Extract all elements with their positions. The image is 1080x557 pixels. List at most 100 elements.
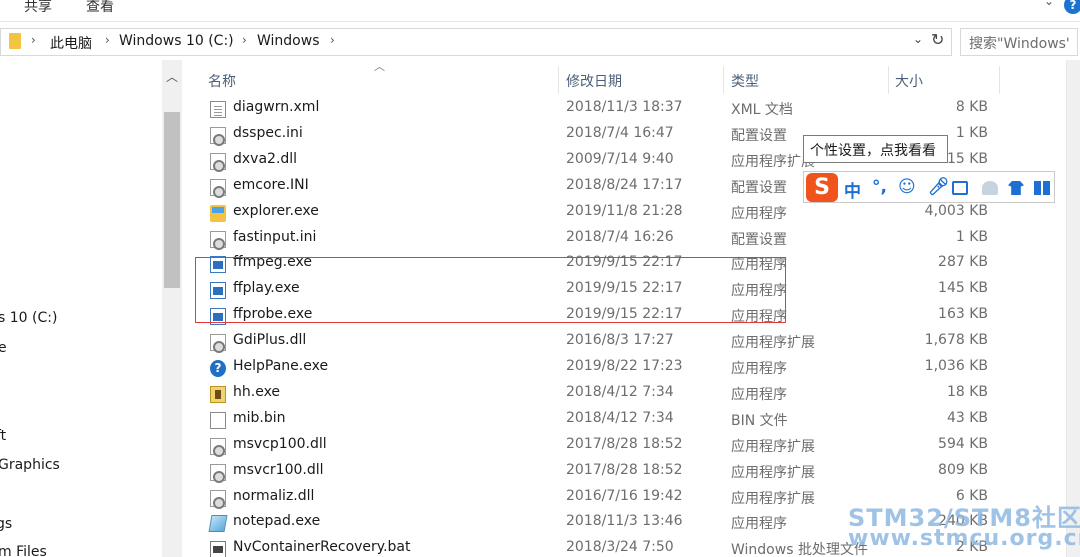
- skin-shirt-icon[interactable]: [1008, 181, 1024, 195]
- file-date: 2017/8/28 18:52: [566, 435, 683, 452]
- address-dropdown-icon[interactable]: ⌄: [913, 32, 923, 46]
- navigation-pane: s 10 (C:) e ft Graphics gs m Files: [0, 60, 162, 557]
- file-date: 2009/7/14 9:40: [566, 150, 674, 167]
- file-type: 应用程序: [731, 516, 787, 533]
- file-size: 8 KB: [955, 99, 988, 115]
- file-name: HelpPane.exe: [233, 358, 329, 374]
- file-name: ffprobe.exe: [233, 306, 313, 323]
- file-size: 163 KB: [938, 306, 988, 323]
- file-name: fastinput.ini: [233, 228, 317, 245]
- nav-item-program-files[interactable]: m Files: [0, 544, 47, 557]
- file-name: GdiPlus.dll: [233, 332, 307, 349]
- column-type[interactable]: 类型: [731, 71, 759, 91]
- file-type: 应用程序: [731, 205, 787, 222]
- file-row[interactable]: ffmpeg.exe 2019/9/15 22:17 应用程序 287 KB: [196, 251, 1066, 277]
- file-size: 4,003 KB: [924, 202, 988, 219]
- content-scrollbar[interactable]: [1066, 60, 1080, 557]
- file-row[interactable]: msvcr100.dll 2017/8/28 18:52 应用程序扩展 809 KB: [196, 459, 1066, 485]
- file-name: dxva2.dll: [233, 150, 298, 167]
- ime-toolbar: S 中 °, ☺ 🎤︎: [803, 171, 1055, 203]
- user-icon[interactable]: [982, 181, 998, 195]
- file-row[interactable]: msvcp100.dll 2017/8/28 18:52 应用程序扩展 594 KB: [196, 433, 1066, 459]
- address-bar[interactable]: › 此电脑 › Windows 10 (C:) › Windows › ⌄ ↻: [0, 28, 952, 56]
- emoji-icon[interactable]: ☺: [898, 177, 916, 197]
- file-row[interactable]: fastinput.ini 2018/7/4 16:26 配置设置 1 KB: [196, 226, 1066, 252]
- chevron-down-icon[interactable]: ⌄: [1044, 0, 1054, 8]
- help-book-icon: [210, 385, 226, 403]
- column-name[interactable]: 名称: [208, 71, 236, 91]
- dll-file-icon: [210, 334, 226, 354]
- blank-file-icon: [210, 411, 226, 429]
- sort-ascending-icon: ︿: [374, 60, 385, 73]
- file-size: 1,036 KB: [924, 358, 988, 374]
- file-name: diagwrn.xml: [233, 99, 320, 115]
- column-divider[interactable]: [558, 66, 559, 94]
- file-date: 2018/11/3 13:46: [566, 513, 683, 530]
- file-name: notepad.exe: [233, 513, 321, 530]
- search-input[interactable]: 搜索"Windows": [960, 28, 1078, 56]
- file-type: 应用程序扩展: [731, 438, 815, 455]
- file-name: dsspec.ini: [233, 124, 303, 141]
- nav-item[interactable]: ft: [0, 428, 6, 444]
- file-size: 287 KB: [938, 254, 988, 271]
- column-size[interactable]: 大小: [895, 71, 923, 91]
- file-date: 2018/7/4 16:26: [566, 228, 674, 245]
- nav-item-graphics[interactable]: Graphics: [0, 457, 60, 473]
- breadcrumb-drive[interactable]: Windows 10 (C:): [119, 33, 234, 49]
- file-date: 2016/7/16 19:42: [566, 487, 683, 504]
- dll-file-icon: [210, 152, 226, 172]
- file-date: 2018/4/12 7:34: [566, 383, 674, 400]
- nav-item-drive[interactable]: s 10 (C:): [0, 310, 57, 326]
- column-divider[interactable]: [723, 66, 724, 94]
- file-row[interactable]: ? HelpPane.exe 2019/8/22 17:23 应用程序 1,036 KB: [196, 355, 1066, 381]
- app-window-icon: [210, 256, 226, 274]
- xml-doc-icon: [210, 101, 226, 118]
- file-row[interactable]: diagwrn.xml 2018/11/3 18:37 XML 文档 8 KB: [196, 96, 1066, 122]
- column-divider[interactable]: [999, 66, 1000, 94]
- file-date: 2018/8/24 17:17: [566, 176, 683, 193]
- notepad-icon: [208, 515, 228, 533]
- file-date: 2018/7/4 16:47: [566, 124, 674, 141]
- scroll-up-icon[interactable]: ︿: [166, 68, 178, 85]
- breadcrumb-windows[interactable]: Windows: [257, 33, 320, 49]
- help-icon[interactable]: ?: [1064, 0, 1080, 14]
- keyboard-icon[interactable]: [952, 181, 968, 195]
- nav-scrollbar[interactable]: ︿: [162, 60, 182, 557]
- chevron-right-icon: ›: [31, 33, 36, 47]
- config-file-icon: [210, 126, 226, 146]
- file-row[interactable]: mib.bin 2018/4/12 7:34 BIN 文件 43 KB: [196, 407, 1066, 433]
- batch-file-icon: [210, 541, 226, 557]
- file-type: 应用程序扩展: [731, 464, 815, 481]
- file-name: NvContainerRecovery.bat: [233, 539, 411, 556]
- file-date: 2019/11/8 21:28: [566, 202, 683, 219]
- file-date: 2017/8/28 18:52: [566, 461, 683, 478]
- chevron-right-icon: ›: [105, 33, 110, 47]
- file-size: 1 KB: [955, 124, 988, 141]
- file-size: 809 KB: [938, 461, 988, 478]
- sogou-logo-icon[interactable]: S: [806, 173, 838, 202]
- file-name: normaliz.dll: [233, 487, 315, 504]
- toolbox-grid-icon[interactable]: [1034, 181, 1050, 195]
- column-divider[interactable]: [888, 66, 889, 94]
- file-date: 2018/3/24 7:50: [566, 539, 674, 556]
- file-type: 应用程序: [731, 386, 787, 403]
- config-file-icon: [210, 230, 226, 250]
- file-row[interactable]: explorer.exe 2019/11/8 21:28 应用程序 4,003 KB: [196, 200, 1066, 226]
- microphone-icon[interactable]: 🎤︎: [928, 177, 950, 197]
- tab-share[interactable]: 共享: [24, 0, 52, 16]
- column-date[interactable]: 修改日期: [566, 71, 622, 91]
- file-row[interactable]: hh.exe 2018/4/12 7:34 应用程序 18 KB: [196, 381, 1066, 407]
- ime-punctuation-toggle[interactable]: °,: [872, 177, 887, 197]
- file-row[interactable]: ffplay.exe 2019/9/15 22:17 应用程序 145 KB: [196, 277, 1066, 303]
- refresh-icon[interactable]: ↻: [931, 30, 944, 49]
- nav-item[interactable]: gs: [0, 516, 12, 532]
- breadcrumb-this-pc[interactable]: 此电脑: [50, 33, 92, 53]
- file-type: 应用程序: [731, 309, 787, 326]
- nav-item[interactable]: e: [0, 340, 7, 356]
- scrollbar-thumb[interactable]: [164, 112, 180, 288]
- file-row[interactable]: ffprobe.exe 2019/9/15 22:17 应用程序 163 KB: [196, 303, 1066, 329]
- ime-mode-toggle[interactable]: 中: [844, 177, 861, 202]
- file-row[interactable]: GdiPlus.dll 2016/8/3 17:27 应用程序扩展 1,678 KB: [196, 329, 1066, 355]
- tab-view[interactable]: 查看: [86, 0, 114, 16]
- file-type: 应用程序: [731, 361, 787, 377]
